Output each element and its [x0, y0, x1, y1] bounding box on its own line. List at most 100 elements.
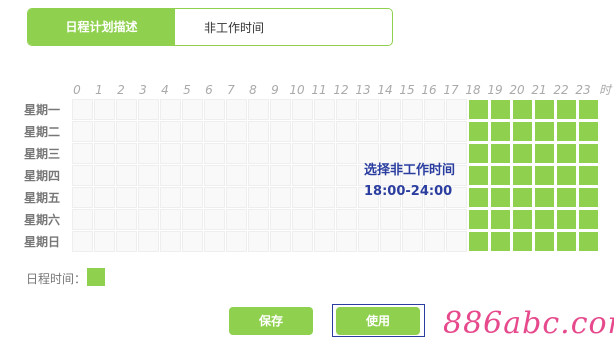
schedule-cell[interactable]: [314, 99, 335, 120]
schedule-cell-selected[interactable]: [534, 143, 555, 164]
schedule-description-input[interactable]: [175, 9, 391, 45]
schedule-cell[interactable]: [94, 209, 115, 230]
schedule-cell[interactable]: [226, 187, 247, 208]
schedule-cell[interactable]: [248, 143, 269, 164]
schedule-cell[interactable]: [94, 143, 115, 164]
schedule-cell-selected[interactable]: [578, 165, 599, 186]
schedule-cell-selected[interactable]: [556, 231, 577, 252]
schedule-cell-selected[interactable]: [512, 121, 533, 142]
schedule-grid[interactable]: [72, 99, 602, 253]
schedule-cell[interactable]: [248, 187, 269, 208]
schedule-cell[interactable]: [380, 121, 401, 142]
schedule-cell[interactable]: [248, 209, 269, 230]
schedule-cell[interactable]: [116, 99, 137, 120]
schedule-cell[interactable]: [182, 99, 203, 120]
schedule-cell[interactable]: [116, 231, 137, 252]
schedule-cell[interactable]: [424, 231, 445, 252]
schedule-cell[interactable]: [380, 231, 401, 252]
schedule-cell[interactable]: [424, 209, 445, 230]
schedule-cell[interactable]: [160, 209, 181, 230]
schedule-cell-selected[interactable]: [578, 121, 599, 142]
schedule-cell[interactable]: [72, 165, 93, 186]
schedule-cell-selected[interactable]: [534, 209, 555, 230]
schedule-cell[interactable]: [182, 143, 203, 164]
schedule-cell[interactable]: [226, 231, 247, 252]
schedule-cell[interactable]: [314, 231, 335, 252]
schedule-cell[interactable]: [160, 143, 181, 164]
schedule-cell[interactable]: [314, 143, 335, 164]
schedule-cell-selected[interactable]: [534, 165, 555, 186]
schedule-cell[interactable]: [402, 99, 423, 120]
schedule-cell[interactable]: [446, 209, 467, 230]
schedule-cell[interactable]: [358, 231, 379, 252]
schedule-cell-selected[interactable]: [556, 121, 577, 142]
schedule-cell[interactable]: [314, 187, 335, 208]
schedule-cell[interactable]: [292, 143, 313, 164]
schedule-cell-selected[interactable]: [512, 99, 533, 120]
schedule-cell[interactable]: [336, 121, 357, 142]
schedule-cell[interactable]: [94, 231, 115, 252]
schedule-cell[interactable]: [292, 209, 313, 230]
schedule-cell[interactable]: [248, 231, 269, 252]
schedule-cell-selected[interactable]: [556, 99, 577, 120]
schedule-cell[interactable]: [226, 143, 247, 164]
schedule-cell[interactable]: [314, 121, 335, 142]
schedule-cell-selected[interactable]: [556, 209, 577, 230]
schedule-cell[interactable]: [116, 165, 137, 186]
schedule-cell[interactable]: [270, 187, 291, 208]
schedule-cell[interactable]: [270, 143, 291, 164]
schedule-cell[interactable]: [402, 231, 423, 252]
schedule-cell[interactable]: [270, 231, 291, 252]
schedule-cell[interactable]: [226, 121, 247, 142]
schedule-cell[interactable]: [160, 165, 181, 186]
schedule-cell-selected[interactable]: [578, 99, 599, 120]
schedule-cell[interactable]: [72, 143, 93, 164]
schedule-cell[interactable]: [182, 209, 203, 230]
schedule-cell[interactable]: [402, 121, 423, 142]
schedule-cell[interactable]: [160, 99, 181, 120]
schedule-cell-selected[interactable]: [534, 231, 555, 252]
schedule-cell-selected[interactable]: [468, 209, 489, 230]
schedule-cell-selected[interactable]: [578, 143, 599, 164]
schedule-cell[interactable]: [270, 121, 291, 142]
schedule-cell[interactable]: [94, 187, 115, 208]
schedule-cell[interactable]: [182, 121, 203, 142]
schedule-cell-selected[interactable]: [534, 99, 555, 120]
schedule-cell[interactable]: [226, 209, 247, 230]
schedule-cell[interactable]: [226, 165, 247, 186]
schedule-cell[interactable]: [204, 209, 225, 230]
schedule-cell[interactable]: [182, 165, 203, 186]
schedule-cell[interactable]: [72, 99, 93, 120]
schedule-cell-selected[interactable]: [468, 121, 489, 142]
schedule-cell-selected[interactable]: [490, 231, 511, 252]
schedule-cell[interactable]: [314, 209, 335, 230]
schedule-cell[interactable]: [160, 121, 181, 142]
schedule-cell-selected[interactable]: [512, 165, 533, 186]
schedule-cell[interactable]: [138, 209, 159, 230]
schedule-cell[interactable]: [424, 121, 445, 142]
schedule-cell[interactable]: [248, 121, 269, 142]
schedule-cell[interactable]: [94, 121, 115, 142]
schedule-cell[interactable]: [116, 187, 137, 208]
schedule-cell[interactable]: [336, 231, 357, 252]
schedule-cell[interactable]: [204, 231, 225, 252]
schedule-cell-selected[interactable]: [534, 187, 555, 208]
schedule-cell[interactable]: [336, 165, 357, 186]
schedule-cell[interactable]: [380, 209, 401, 230]
schedule-cell[interactable]: [424, 99, 445, 120]
schedule-cell-selected[interactable]: [490, 165, 511, 186]
schedule-cell[interactable]: [138, 165, 159, 186]
schedule-cell[interactable]: [116, 143, 137, 164]
schedule-cell[interactable]: [72, 121, 93, 142]
schedule-cell[interactable]: [182, 187, 203, 208]
schedule-cell[interactable]: [336, 99, 357, 120]
schedule-cell[interactable]: [292, 165, 313, 186]
schedule-cell-selected[interactable]: [534, 121, 555, 142]
schedule-cell-selected[interactable]: [578, 187, 599, 208]
schedule-cell-selected[interactable]: [556, 143, 577, 164]
schedule-cell[interactable]: [182, 231, 203, 252]
schedule-cell[interactable]: [446, 121, 467, 142]
schedule-cell[interactable]: [446, 99, 467, 120]
schedule-cell-selected[interactable]: [468, 165, 489, 186]
schedule-cell[interactable]: [336, 187, 357, 208]
